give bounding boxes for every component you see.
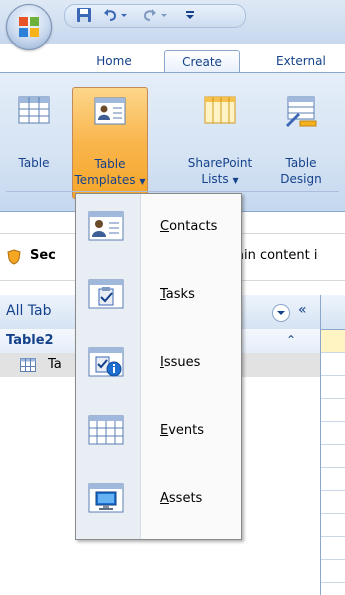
sharepoint-lists-label-line2: Lists ▼	[174, 171, 266, 189]
table-design-icon	[286, 96, 317, 127]
menu-item-assets-label: Assets	[160, 491, 202, 506]
save-icon[interactable]	[76, 7, 92, 23]
chevron-down-icon	[277, 311, 285, 315]
table-templates-label-text: Templates	[74, 173, 136, 187]
navigation-pane-title: All Tab	[6, 303, 52, 319]
menu-item-issues[interactable]: Issues	[76, 330, 241, 398]
menu-item-issues-text: ssues	[163, 355, 201, 370]
ribbon: Table Table Templates ▼ SharePoint Lists…	[0, 72, 345, 212]
quick-access-toolbar	[64, 4, 264, 28]
assets-icon	[88, 483, 124, 513]
tasks-icon	[88, 279, 124, 309]
datasheet-row[interactable]	[321, 330, 345, 353]
sharepoint-lists-button[interactable]: SharePoint Lists ▼	[174, 87, 266, 197]
datasheet-header	[321, 295, 345, 330]
shield-icon	[7, 249, 21, 265]
table-design-label: Table Design	[270, 155, 332, 187]
chevron-down-icon: ▼	[139, 177, 146, 186]
table-design-button[interactable]: Table Design	[270, 87, 332, 197]
datasheet-row[interactable]	[321, 537, 345, 560]
office-logo-icon	[19, 17, 39, 37]
table-button-label: Table	[18, 156, 50, 170]
menu-item-events-label: Events	[160, 423, 204, 438]
customize-toolbar-icon[interactable]	[184, 7, 196, 23]
menu-item-contacts-label: Contacts	[160, 219, 217, 234]
table-design-label-line1: Table	[285, 156, 317, 170]
security-warning-title: Sec	[30, 248, 56, 263]
access-key-a: A	[160, 491, 169, 506]
issues-icon	[88, 347, 124, 377]
datasheet-row[interactable]	[321, 560, 345, 583]
menu-item-issues-label: Issues	[160, 355, 200, 370]
table-templates-button[interactable]: Table Templates ▼	[72, 87, 148, 199]
menu-item-tasks[interactable]: Tasks	[76, 262, 241, 330]
menu-item-assets[interactable]: Assets	[76, 466, 241, 534]
undo-dropdown-icon[interactable]	[120, 7, 128, 23]
redo-icon[interactable]	[142, 7, 158, 23]
access-key-c: C	[160, 219, 170, 234]
table-templates-label: Table Templates ▼	[73, 156, 147, 190]
menu-item-tasks-label: Tasks	[160, 287, 195, 302]
datasheet-row[interactable]	[321, 399, 345, 422]
menu-item-assets-text: ssets	[168, 491, 203, 506]
collapse-group-icon[interactable]: ⌃	[286, 333, 296, 347]
datasheet-area	[321, 295, 345, 595]
nav-group-title: Table2	[6, 333, 54, 348]
table-templates-label-line2: Templates ▼	[73, 172, 147, 190]
sharepoint-lists-label: SharePoint Lists ▼	[174, 155, 266, 189]
collapse-pane-icon[interactable]: «	[298, 302, 307, 318]
access-key-e: E	[160, 423, 169, 438]
table-icon	[20, 358, 36, 372]
table-design-label-line2: Design	[280, 172, 322, 186]
chevron-down-icon: ▼	[232, 176, 239, 185]
title-bar	[0, 0, 345, 44]
datasheet-row[interactable]	[321, 422, 345, 445]
datasheet-row[interactable]	[321, 491, 345, 514]
ribbon-tabs: Home Create External	[0, 44, 345, 73]
menu-item-tasks-text: asks	[165, 287, 195, 302]
table-icon	[18, 96, 50, 124]
sharepoint-list-icon	[204, 96, 236, 124]
menu-item-events-text: vents	[168, 423, 205, 438]
sharepoint-lists-label-text: Lists	[201, 172, 229, 186]
office-button[interactable]	[6, 4, 52, 50]
table-templates-menu: Contacts Tasks Issues Events Assets	[75, 193, 242, 540]
sharepoint-lists-label-line1: SharePoint	[187, 156, 253, 170]
datasheet-row[interactable]	[321, 376, 345, 399]
menu-item-events[interactable]: Events	[76, 398, 241, 466]
tab-home[interactable]: Home	[84, 50, 144, 72]
table-button[interactable]: Table	[6, 87, 62, 197]
menu-item-contacts-text: ontacts	[169, 219, 218, 234]
redo-dropdown-icon[interactable]	[160, 7, 168, 23]
datasheet-row[interactable]	[321, 514, 345, 537]
datasheet-row[interactable]	[321, 353, 345, 376]
tab-create[interactable]: Create	[164, 50, 240, 73]
navigation-dropdown-button[interactable]	[272, 304, 290, 322]
contacts-icon	[88, 211, 124, 241]
menu-item-contacts[interactable]: Contacts	[76, 194, 241, 262]
security-warning-message: ain content i	[236, 248, 318, 263]
nav-item-label: Ta	[48, 357, 62, 372]
datasheet-row[interactable]	[321, 468, 345, 491]
undo-icon[interactable]	[102, 7, 118, 23]
events-icon	[88, 415, 124, 445]
datasheet-row[interactable]	[321, 445, 345, 468]
table-templates-label-line1: Table	[94, 157, 126, 171]
contact-card-icon	[94, 97, 126, 125]
tab-external-data[interactable]: External	[276, 50, 345, 72]
